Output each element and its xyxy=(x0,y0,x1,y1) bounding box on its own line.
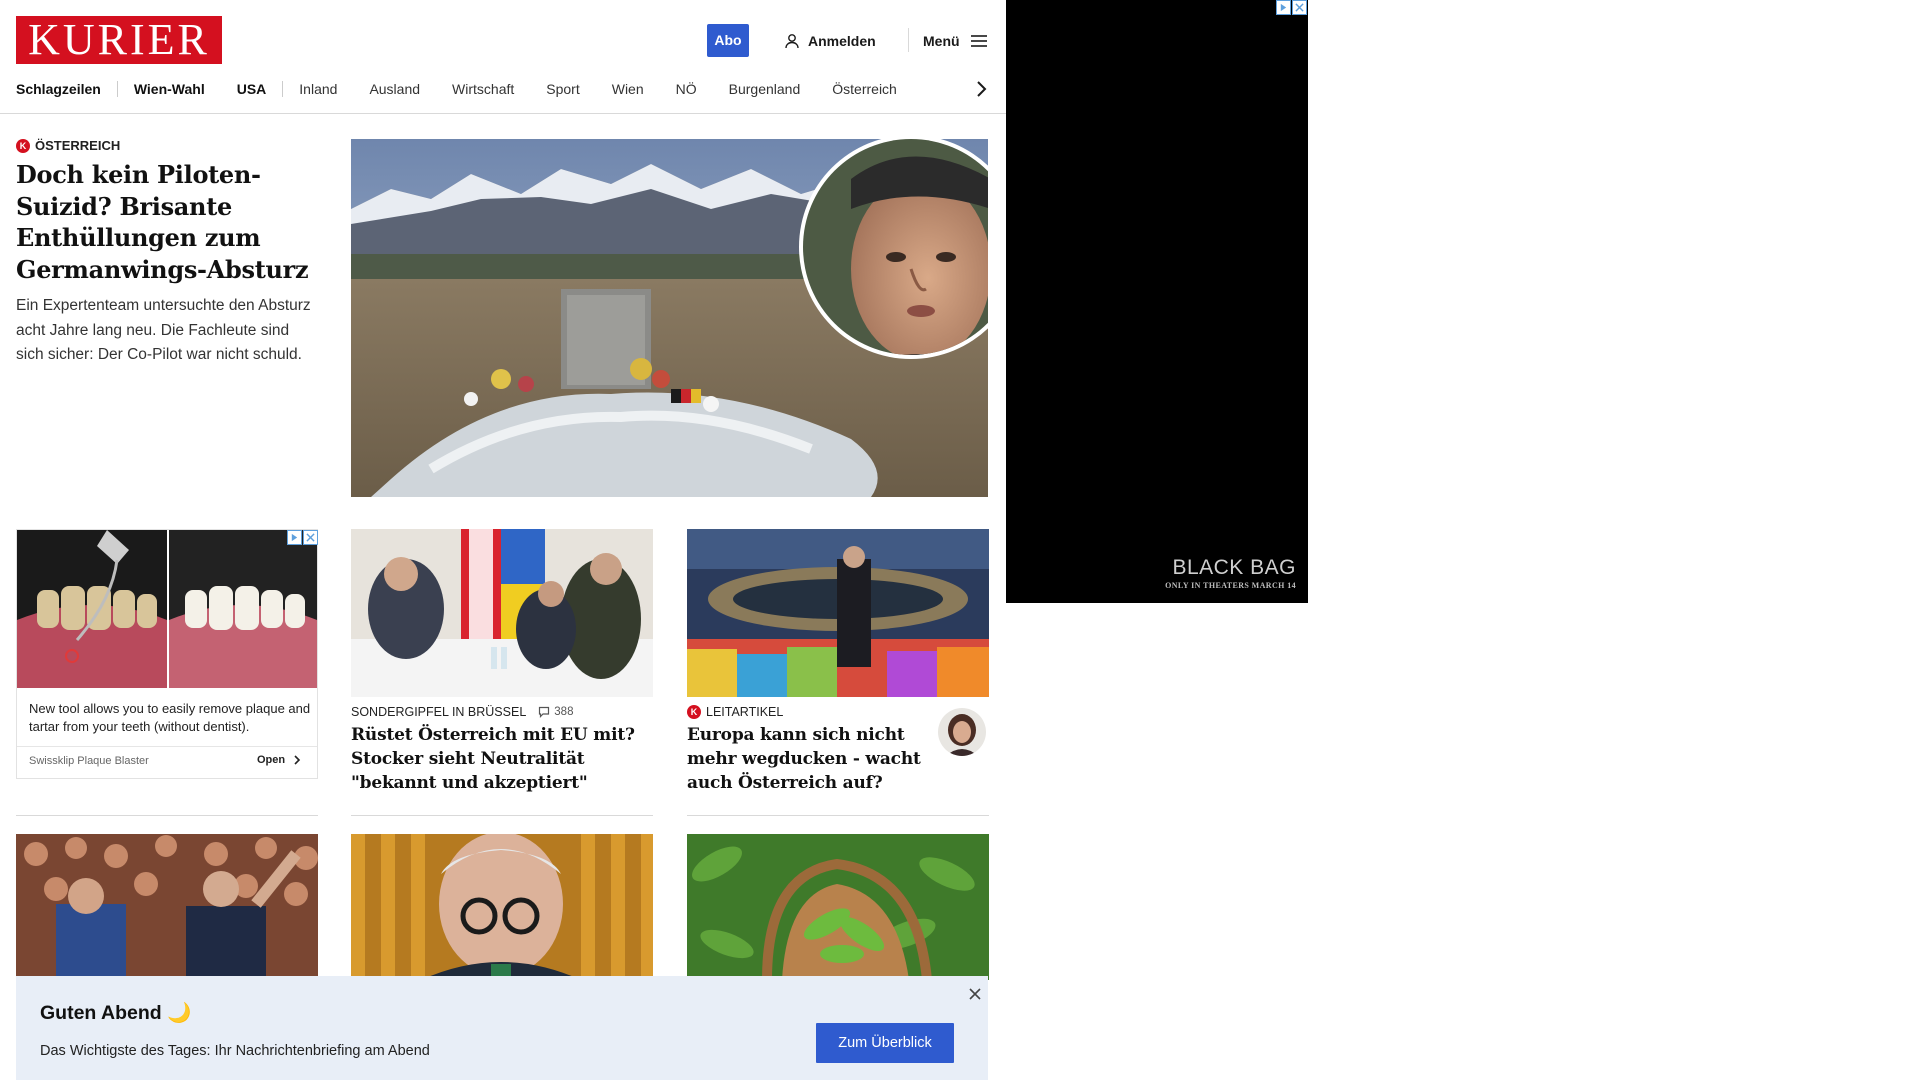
kurier-plus-icon: K xyxy=(16,138,30,153)
nav-item-burgenland[interactable]: Burgenland xyxy=(713,78,817,100)
user-icon xyxy=(785,34,799,49)
header-divider xyxy=(908,28,909,52)
hero-image[interactable] xyxy=(351,139,988,497)
hero-kicker-label: Österreich xyxy=(35,138,121,153)
section-nav: Schlagzeilen Wien-Wahl USA Inland Auslan… xyxy=(16,78,913,100)
ad-close-icon[interactable] xyxy=(1292,0,1307,15)
menu-label: Menü xyxy=(923,33,960,49)
article-title[interactable]: Rüstet Österreich mit EU mit? Stocker si… xyxy=(351,723,653,795)
login-label: Anmelden xyxy=(808,33,876,49)
ad-open-label: Open xyxy=(257,754,286,766)
ad-advertiser: Swissklip Plaque Blaster xyxy=(29,755,149,767)
ad-close-icon[interactable] xyxy=(303,530,318,545)
banner-title: Guten Abend 🌙 xyxy=(40,1002,192,1024)
article-divider xyxy=(16,815,318,816)
nav-item-usa[interactable]: USA xyxy=(221,78,283,100)
site-header: KURIER Abo Anmelden Menü Schlagzeilen Wi… xyxy=(0,0,1006,114)
comment-count-value: 388 xyxy=(554,706,574,718)
article-image[interactable] xyxy=(687,529,989,697)
adchoices-icon[interactable] xyxy=(1276,0,1291,15)
chevron-right-icon xyxy=(294,755,301,765)
kurier-homepage: KURIER Abo Anmelden Menü Schlagzeilen Wi… xyxy=(0,0,1006,1080)
nav-item-oesterreich[interactable]: Österreich xyxy=(816,78,913,100)
kurier-logo[interactable]: KURIER xyxy=(16,16,222,64)
article-divider xyxy=(687,815,989,816)
kurier-plus-icon: K xyxy=(687,705,701,719)
close-icon[interactable] xyxy=(967,986,983,1002)
menu-button[interactable]: Menü xyxy=(923,30,988,52)
hero-title[interactable]: Doch kein Piloten-Suizid? Brisante Enthü… xyxy=(16,159,316,285)
article-title[interactable]: Europa kann sich nicht mehr wegducken - … xyxy=(687,723,927,795)
nav-item-ausland[interactable]: Ausland xyxy=(353,78,436,100)
nav-item-wirtschaft[interactable]: Wirtschaft xyxy=(436,78,530,100)
article-kicker: K Leitartikel xyxy=(687,705,783,719)
article-image[interactable] xyxy=(351,834,653,980)
hero-article[interactable]: K Österreich Doch kein Piloten-Suizid? B… xyxy=(16,138,316,368)
chevron-right-icon[interactable] xyxy=(973,80,989,98)
nav-item-schlagzeilen[interactable]: Schlagzeilen xyxy=(16,78,117,100)
article-image[interactable] xyxy=(687,834,989,980)
hero-lead: Ein Expertenteam untersuchte den Absturz… xyxy=(16,297,311,363)
article-divider xyxy=(351,815,653,816)
author-avatar[interactable] xyxy=(938,708,986,756)
article-meta: Sondergipfel in Brüssel 388 xyxy=(351,705,653,719)
evening-briefing-banner: Guten Abend 🌙 Das Wichtigste des Tages: … xyxy=(16,976,988,1080)
adchoices-icon[interactable] xyxy=(287,530,302,545)
article-kicker-label: Leitartikel xyxy=(706,705,784,719)
hero-kicker: K Österreich xyxy=(16,138,316,153)
login-button[interactable]: Anmelden xyxy=(784,30,876,52)
comment-count[interactable]: 388 xyxy=(538,706,573,718)
nav-item-wien[interactable]: Wien xyxy=(596,78,660,100)
article-image[interactable] xyxy=(351,529,653,697)
ad-image[interactable] xyxy=(17,530,317,688)
nav-item-noe[interactable]: NÖ xyxy=(660,78,713,100)
nav-item-sport[interactable]: Sport xyxy=(530,78,595,100)
ad-headline[interactable]: New tool allows you to easily remove pla… xyxy=(29,700,311,736)
banner-text: Das Wichtigste des Tages: Ihr Nachrichte… xyxy=(40,1043,430,1059)
adchoices[interactable] xyxy=(287,530,318,545)
article-kicker: Sondergipfel in Brüssel xyxy=(351,705,527,719)
abo-button[interactable]: Abo xyxy=(707,24,749,57)
comment-icon xyxy=(539,706,550,718)
ad-movie-title: BLACK BAG xyxy=(1172,556,1296,579)
ad-divider xyxy=(17,746,317,747)
hamburger-icon xyxy=(970,35,987,47)
ad-open-button[interactable]: Open xyxy=(257,754,301,766)
ad-movie-subtitle: ONLY IN THEATERS MARCH 14 xyxy=(1165,581,1296,590)
article-card[interactable]: K Leitartikel Europa kann sich nicht meh… xyxy=(687,529,989,795)
article-image[interactable] xyxy=(16,834,318,980)
nav-item-inland[interactable]: Inland xyxy=(283,78,353,100)
article-card[interactable]: Sondergipfel in Brüssel 388 Rüstet Öster… xyxy=(351,529,653,795)
zum-ueberblick-button[interactable]: Zum Überblick xyxy=(816,1023,954,1063)
nav-item-wien-wahl[interactable]: Wien-Wahl xyxy=(118,78,221,100)
ad-teeth-cleaning[interactable]: New tool allows you to easily remove pla… xyxy=(16,529,318,779)
sidebar-ad[interactable]: BLACK BAG ONLY IN THEATERS MARCH 14 xyxy=(1006,0,1308,603)
adchoices[interactable] xyxy=(1276,0,1307,15)
